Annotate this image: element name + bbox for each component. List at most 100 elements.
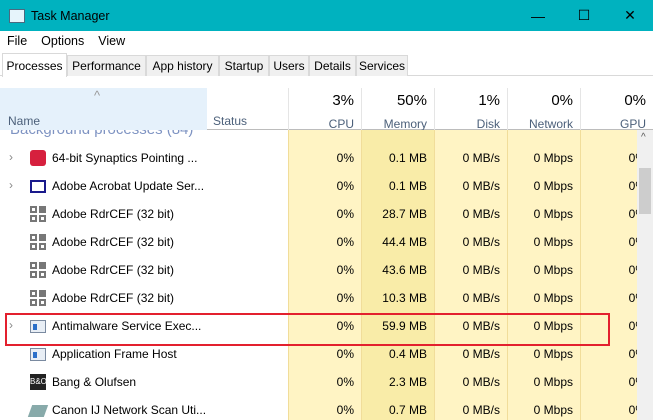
cpu-value: 0% <box>336 291 354 305</box>
memory-label: Memory <box>383 117 427 131</box>
column-name-label: Name <box>8 114 41 128</box>
tab-services[interactable]: Services <box>356 55 408 76</box>
tab-app-history[interactable]: App history <box>146 55 219 76</box>
group-header[interactable]: Background processes (84) <box>10 130 193 138</box>
process-name: Adobe Acrobat Update Ser... <box>52 179 205 193</box>
scanner-icon <box>27 402 49 418</box>
network-label: Network <box>528 117 573 131</box>
tab-processes[interactable]: Processes <box>2 53 67 77</box>
gpu-value: 0% <box>628 375 637 389</box>
disk-value: 0 MB/s <box>462 207 500 221</box>
column-memory[interactable]: 50% Memory <box>361 88 434 131</box>
disk-value: 0 MB/s <box>462 151 500 165</box>
process-row[interactable]: Adobe RdrCEF (32 bit) 0% 43.6 MB 0 MB/s 0 Mb… <box>0 256 637 284</box>
memory-value: 43.6 MB <box>382 263 427 277</box>
sort-ascending-icon: ^ <box>94 88 101 103</box>
network-value: 0 Mbps <box>533 403 573 417</box>
tab-details[interactable]: Details <box>309 55 356 76</box>
gpu-label: GPU <box>619 117 646 131</box>
cpu-value: 0% <box>336 347 354 361</box>
process-name: Application Frame Host <box>52 347 177 361</box>
process-row[interactable]: Adobe RdrCEF (32 bit) 0% 10.3 MB 0 MB/s 0 Mb… <box>0 284 637 312</box>
disk-value: 0 MB/s <box>462 235 500 249</box>
memory-value: 0.1 MB <box>388 151 427 165</box>
gpu-value: 0% <box>628 207 637 221</box>
process-row[interactable]: Adobe RdrCEF (32 bit) 0% 28.7 MB 0 MB/s 0 Mb… <box>0 200 637 228</box>
process-name: Adobe RdrCEF (32 bit) <box>52 235 175 249</box>
tab-performance[interactable]: Performance <box>67 55 146 76</box>
network-value: 0 Mbps <box>533 179 573 193</box>
scrollbar-thumb[interactable] <box>639 168 651 214</box>
app-grid-icon <box>30 234 46 250</box>
column-gpu[interactable]: 0% GPU <box>580 88 653 131</box>
expand-chevron-icon[interactable]: › <box>9 178 13 192</box>
gpu-value: 0% <box>628 403 637 417</box>
app-grid-icon <box>30 262 46 278</box>
column-network[interactable]: 0% Network <box>507 88 580 131</box>
column-name[interactable]: ^ Name <box>0 88 207 130</box>
tab-users[interactable]: Users <box>269 55 309 76</box>
disk-value: 0 MB/s <box>462 179 500 193</box>
disk-value: 0 MB/s <box>462 263 500 277</box>
disk-value: 0 MB/s <box>462 291 500 305</box>
window-icon <box>30 178 46 194</box>
cpu-value: 0% <box>336 263 354 277</box>
cpu-label: CPU <box>328 117 354 131</box>
scroll-up-icon[interactable]: ^ <box>641 132 646 143</box>
memory-value: 0.1 MB <box>388 179 427 193</box>
bang-olufsen-icon: B&O <box>30 374 47 390</box>
memory-value: 2.3 MB <box>388 375 427 389</box>
column-disk[interactable]: 1% Disk <box>434 88 507 131</box>
process-name: Bang & Olufsen <box>52 375 137 389</box>
memory-total: 50% <box>396 92 427 109</box>
memory-value: 0.7 MB <box>388 403 427 417</box>
title-bar: Task Manager — ☐ ✕ <box>0 0 653 31</box>
network-value: 0 Mbps <box>533 291 573 305</box>
column-status[interactable]: Status <box>213 114 247 128</box>
maximize-button[interactable]: ☐ <box>561 0 607 31</box>
memory-value: 10.3 MB <box>382 291 427 305</box>
cpu-value: 0% <box>336 207 354 221</box>
process-name: 64-bit Synaptics Pointing ... <box>52 151 198 165</box>
disk-value: 0 MB/s <box>462 347 500 361</box>
gpu-value: 0% <box>628 263 637 277</box>
menu-view[interactable]: View <box>98 34 125 48</box>
app-grid-icon <box>30 290 46 306</box>
gpu-value: 0% <box>628 291 637 305</box>
synaptics-icon <box>30 150 46 166</box>
disk-value: 0 MB/s <box>462 375 500 389</box>
cpu-total: 3% <box>332 92 354 109</box>
task-manager-icon <box>9 8 25 23</box>
process-row[interactable]: › 64-bit Synaptics Pointing ... 0% 0.1 MB 0 … <box>0 144 637 172</box>
network-value: 0 Mbps <box>533 347 573 361</box>
column-cpu[interactable]: 3% CPU <box>288 88 361 131</box>
network-value: 0 Mbps <box>533 207 573 221</box>
gpu-value: 0% <box>628 347 637 361</box>
process-row[interactable]: › Adobe Acrobat Update Ser... 0% 0.1 MB 0 MB… <box>0 172 637 200</box>
process-row[interactable]: Adobe RdrCEF (32 bit) 0% 44.4 MB 0 MB/s 0 Mb… <box>0 228 637 256</box>
menu-file[interactable]: File <box>7 34 27 48</box>
process-row[interactable]: B&O Bang & Olufsen 0% 2.3 MB 0 MB/s 0 Mbps 0% <box>0 368 637 396</box>
tab-bar: Processes Performance App history Startu… <box>0 53 653 77</box>
disk-value: 0 MB/s <box>462 403 500 417</box>
cpu-value: 0% <box>336 151 354 165</box>
memory-value: 44.4 MB <box>382 235 427 249</box>
process-row[interactable]: Canon IJ Network Scan Uti... 0% 0.7 MB 0 MB… <box>0 396 637 420</box>
expand-chevron-icon[interactable]: › <box>9 150 13 164</box>
menu-options[interactable]: Options <box>41 34 84 48</box>
process-name: Canon IJ Network Scan Uti... <box>52 403 207 417</box>
close-button[interactable]: ✕ <box>607 0 653 31</box>
network-value: 0 Mbps <box>533 235 573 249</box>
process-list: Background processes (84) › 64-bit Synapt… <box>0 130 637 420</box>
network-value: 0 Mbps <box>533 263 573 277</box>
process-name: Adobe RdrCEF (32 bit) <box>52 263 175 277</box>
tab-startup[interactable]: Startup <box>219 55 269 76</box>
process-name: Adobe RdrCEF (32 bit) <box>52 291 175 305</box>
gpu-value: 0% <box>628 151 637 165</box>
network-total: 0% <box>551 92 573 109</box>
gpu-value: 0% <box>628 179 637 193</box>
gpu-value: 0% <box>628 235 637 249</box>
minimize-button[interactable]: — <box>515 0 561 31</box>
cpu-value: 0% <box>336 235 354 249</box>
memory-value: 28.7 MB <box>382 207 427 221</box>
